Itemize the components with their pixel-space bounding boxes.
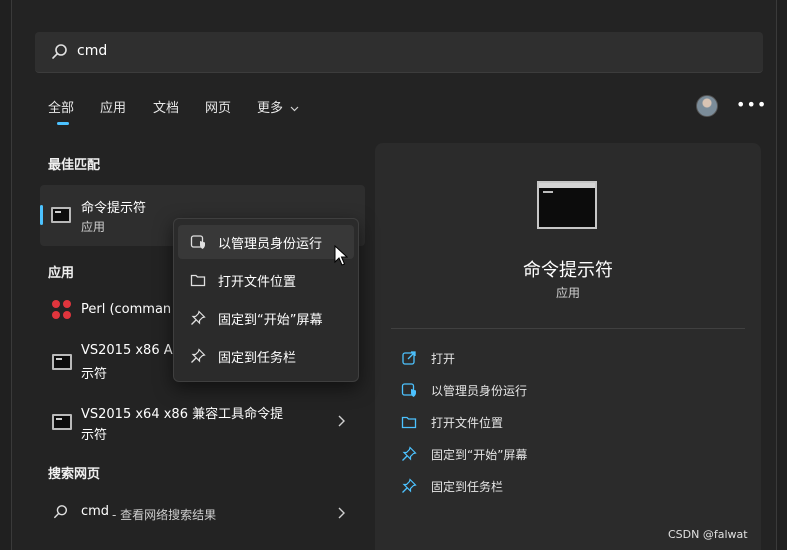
menu-item-label: 打开文件位置 [218, 275, 297, 290]
pin-icon [191, 310, 206, 325]
web-query-suffix: - 查看网络搜索结果 [112, 508, 217, 522]
app-title: VS2015 x64 x86 兼容工具命令提 [81, 407, 284, 422]
tab-documents[interactable]: 文档 [153, 97, 179, 116]
tab-more[interactable]: 更多 [257, 97, 299, 116]
chevron-right-icon[interactable] [337, 507, 345, 519]
tab-more-label: 更多 [257, 101, 284, 116]
search-input[interactable]: cmd [77, 43, 107, 59]
tab-all[interactable]: 全部 [48, 97, 74, 125]
pin-icon [191, 348, 206, 363]
folder-icon [401, 416, 417, 429]
best-match-title: 命令提示符 [81, 201, 147, 216]
selection-indicator [40, 205, 43, 225]
menu-item-label: 固定到“开始”屏幕 [218, 313, 323, 328]
watermark: CSDN @falwat [668, 528, 748, 541]
menu-item-label: 固定到任务栏 [218, 351, 297, 366]
terminal-icon [537, 181, 597, 229]
menu-item-open-location[interactable]: 打开文件位置 [178, 263, 354, 297]
search-icon [52, 44, 67, 59]
pin-icon [402, 446, 417, 461]
preview-pane: 命令提示符 应用 打开 以管理员身份运行 打开文件位置 固定到“开始”屏幕 固定… [375, 143, 761, 550]
divider [391, 328, 745, 329]
best-match-subtitle: 应用 [81, 220, 106, 234]
app-title: Perl (comman [81, 302, 172, 317]
shield-icon [401, 383, 416, 397]
section-apps: 应用 [48, 266, 75, 281]
app-title-line2: 示符 [81, 367, 108, 382]
open-icon [402, 351, 416, 365]
app-title: VS2015 x86 A [81, 343, 173, 358]
mouse-cursor-icon [334, 245, 348, 266]
context-menu: 以管理员身份运行 打开文件位置 固定到“开始”屏幕 固定到任务栏 [173, 218, 359, 382]
preview-title: 命令提示符 [523, 260, 613, 281]
avatar[interactable] [696, 95, 718, 117]
chevron-down-icon [290, 106, 299, 111]
menu-item-label: 以管理员身份运行 [218, 237, 323, 252]
action-label: 固定到“开始”屏幕 [431, 448, 528, 462]
terminal-icon [51, 207, 71, 223]
section-web: 搜索网页 [48, 467, 101, 482]
terminal-icon [52, 354, 72, 370]
chevron-right-icon[interactable] [337, 415, 345, 427]
tab-apps[interactable]: 应用 [100, 97, 126, 116]
action-label: 打开 [431, 352, 456, 366]
shield-icon [190, 235, 205, 249]
search-icon [54, 505, 68, 519]
action-label: 固定到任务栏 [431, 480, 504, 494]
more-options-icon[interactable]: ••• [736, 95, 767, 114]
folder-icon [190, 274, 206, 287]
pin-icon [402, 478, 417, 493]
preview-subtitle: 应用 [555, 286, 580, 300]
action-label: 以管理员身份运行 [431, 384, 528, 398]
search-box[interactable]: cmd [35, 32, 763, 73]
action-label: 打开文件位置 [431, 416, 504, 430]
perl-icon [52, 300, 72, 320]
web-query: cmd [81, 504, 110, 519]
app-title-line2: 示符 [81, 428, 108, 443]
section-best-match: 最佳匹配 [48, 158, 101, 173]
terminal-icon [52, 414, 72, 430]
tab-web[interactable]: 网页 [205, 97, 231, 116]
menu-item-pin-taskbar[interactable]: 固定到任务栏 [178, 339, 354, 373]
menu-item-run-as-admin[interactable]: 以管理员身份运行 [178, 225, 354, 259]
menu-item-pin-start[interactable]: 固定到“开始”屏幕 [178, 301, 354, 335]
